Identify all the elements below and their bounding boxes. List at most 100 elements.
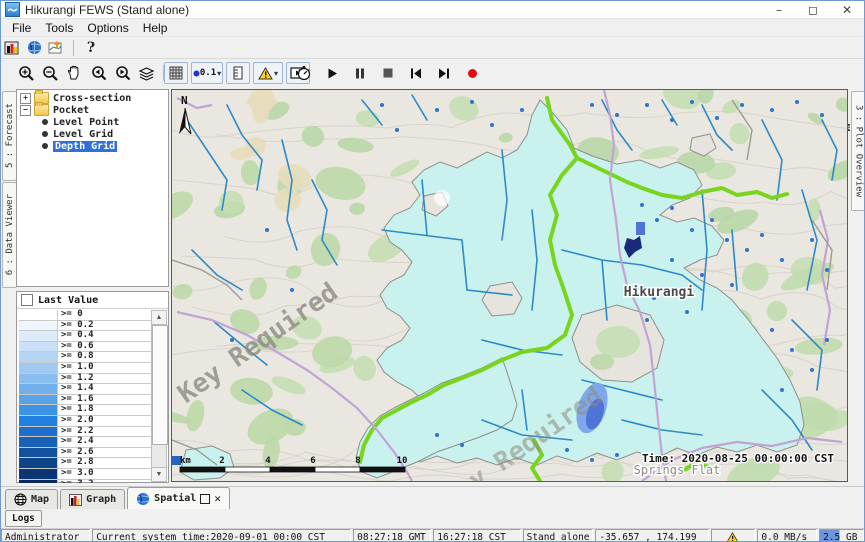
legend-color-swatch [19, 469, 58, 479]
pause-button[interactable] [349, 63, 371, 83]
tree-leaf-level-point[interactable]: Level Point [20, 116, 168, 128]
menu-bar: FileToolsOptionsHelp [1, 19, 864, 37]
right-tab-strip: 3 : Plot Overview [850, 89, 865, 484]
legend-scrollbar[interactable]: ▲ ▼ [151, 310, 167, 482]
skip-to-end-button[interactable] [433, 63, 455, 83]
logs-button[interactable]: Logs [5, 510, 42, 527]
status-bar: Administrator Current system time:2020-0… [1, 528, 864, 542]
status-mode: Stand alone [523, 529, 594, 542]
legend-row[interactable]: >= 3.0 [19, 469, 153, 480]
scroll-down-icon[interactable]: ▼ [152, 467, 166, 481]
legend-label: >= 0.2 [58, 321, 153, 331]
grid-display-button[interactable] [164, 62, 188, 84]
data-display-icon[interactable] [1, 38, 23, 58]
restore-pane-icon[interactable] [200, 494, 210, 504]
bar-chart-icon [69, 494, 82, 506]
legend-row[interactable]: >= 0 [19, 310, 153, 321]
threshold-dropdown[interactable]: 0.1 ▾ [191, 62, 223, 84]
menu-item-options[interactable]: Options [80, 20, 135, 36]
layers-icon[interactable] [135, 63, 157, 83]
zoom-in-icon[interactable] [15, 63, 37, 83]
legend-label: >= 2.2 [58, 427, 153, 437]
tree-leaf-level-grid[interactable]: Level Grid [20, 128, 168, 140]
legend-color-swatch [19, 480, 58, 484]
tree-leaf-label-selected: Depth Grid [53, 141, 117, 152]
stop-button[interactable] [377, 63, 399, 83]
legend-label: >= 1.0 [58, 363, 153, 373]
menu-item-file[interactable]: File [5, 20, 38, 36]
legend-color-swatch [19, 427, 58, 437]
window-title: Hikurangi FEWS (Stand alone) [25, 3, 189, 17]
leaf-dot-icon [42, 143, 48, 149]
tab-label: Graph [86, 494, 116, 505]
close-button[interactable]: ✕ [830, 1, 864, 18]
legend-color-swatch [19, 384, 58, 394]
title-bar[interactable]: Hikurangi FEWS (Stand alone) – ◻ ✕ [1, 1, 864, 19]
tab-spatial[interactable]: Spatial ✕ [127, 487, 230, 509]
legend-color-swatch [19, 331, 58, 341]
left-tab-strip: 5 : Forecast 6 : Data Viewer [1, 89, 16, 484]
legend-row[interactable]: >= 1.0 [19, 363, 153, 374]
zoom-next-icon[interactable] [111, 63, 133, 83]
record-button[interactable] [461, 63, 483, 83]
status-gmt-time: 08:27:18 GMT [353, 529, 431, 542]
collapse-icon[interactable]: − [20, 105, 31, 116]
warning-dropdown[interactable]: ▾ [253, 62, 283, 84]
layer-tree-panel: + Cross-section − Pocket Level Point Lev… [16, 89, 169, 287]
chevron-down-icon: ▾ [274, 69, 278, 78]
place-label: Springs Flat [634, 463, 721, 477]
tab-data-viewer[interactable]: 6 : Data Viewer [2, 182, 17, 288]
legend-label: >= 1.2 [58, 374, 153, 384]
globe-wireframe-icon [14, 493, 27, 506]
scale-button[interactable] [226, 62, 250, 84]
status-system-time: Current system time:2020-09-01 00:00 CST [92, 529, 351, 542]
legend-row[interactable]: >= 3.2 [19, 480, 153, 484]
scrollbar-thumb[interactable] [152, 325, 168, 445]
legend-color-swatch [19, 458, 58, 468]
tab-forecast[interactable]: 5 : Forecast [2, 91, 17, 181]
tree-leaf-label: Level Point [53, 117, 119, 128]
play-button[interactable] [321, 63, 343, 83]
help-button[interactable]: ? [80, 38, 102, 58]
scroll-up-icon[interactable]: ▲ [152, 311, 166, 325]
expand-icon[interactable]: + [20, 93, 31, 104]
maximize-button[interactable]: ◻ [796, 1, 830, 18]
map-display-icon[interactable] [23, 38, 45, 58]
status-warning-cell[interactable] [711, 529, 756, 542]
pan-hand-icon[interactable] [63, 63, 85, 83]
map-toolbar: 0.1 ▾ ▾ [1, 59, 864, 89]
legend-color-swatch [19, 310, 58, 320]
legend-label: >= 2.0 [58, 416, 153, 426]
status-local-time: 16:27:18 CST [433, 529, 520, 542]
tab-graph[interactable]: Graph [60, 489, 125, 509]
legend-color-swatch [19, 342, 58, 352]
threshold-value: 0.1 [200, 68, 216, 78]
spatial-display-icon[interactable] [45, 38, 67, 58]
tab-plot-overview[interactable]: 3 : Plot Overview [851, 91, 865, 211]
map-canvas[interactable]: API Key Required API Key Required N Hiku… [171, 89, 848, 482]
menu-item-help[interactable]: Help [136, 20, 175, 36]
legend-label: >= 0.8 [58, 352, 153, 362]
legend-row[interactable]: >= 2.0 [19, 416, 153, 427]
svg-text:6: 6 [310, 456, 315, 466]
zoom-previous-icon[interactable] [87, 63, 109, 83]
tree-leaf-label: Level Grid [53, 129, 113, 140]
logs-row: Logs [1, 509, 864, 528]
toolbar-separator [73, 40, 74, 56]
skip-to-start-button[interactable] [405, 63, 427, 83]
last-value-checkbox[interactable] [21, 294, 33, 306]
tree-leaf-depth-grid[interactable]: Depth Grid [20, 140, 168, 152]
legend-label: >= 2.8 [58, 458, 153, 468]
status-user: Administrator [1, 529, 90, 542]
status-transfer-rate: 0.0 MB/s [757, 529, 817, 542]
legend-color-swatch [19, 352, 58, 362]
stopwatch-icon[interactable] [293, 63, 315, 83]
zoom-out-icon[interactable] [39, 63, 61, 83]
close-pane-icon[interactable]: ✕ [214, 492, 221, 505]
minimize-button[interactable]: – [762, 1, 796, 18]
legend-color-swatch [19, 405, 58, 415]
svg-text:km: km [180, 456, 191, 466]
tree-node-pocket[interactable]: − Pocket [20, 104, 168, 116]
tab-map[interactable]: Map [5, 489, 58, 509]
menu-item-tools[interactable]: Tools [38, 20, 80, 36]
